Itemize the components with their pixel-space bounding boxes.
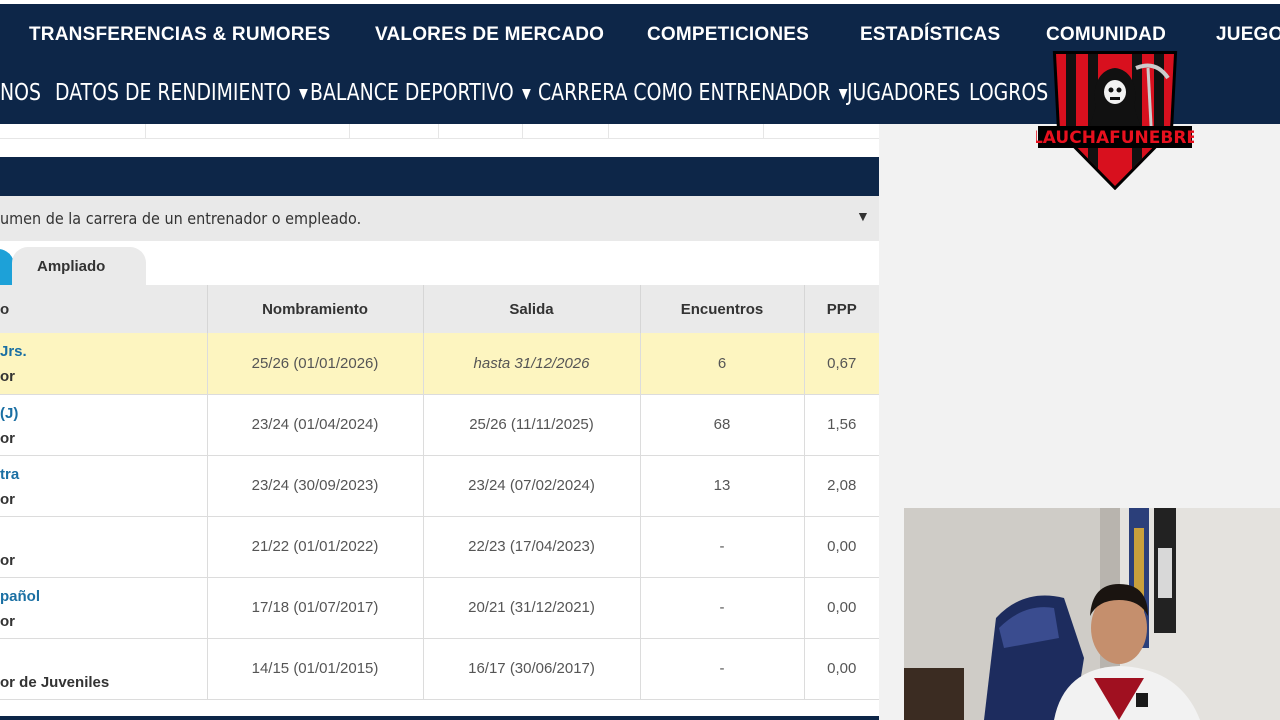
subnav-jugadores[interactable]: JUGADORES (847, 80, 960, 106)
section-description[interactable]: umen de la carrera de un entrenador o em… (0, 196, 879, 241)
column-header-encuentros[interactable]: Encuentros (640, 285, 805, 333)
matches-value: - (640, 577, 805, 639)
subnav-label: CARRERA COMO ENTRENADOR (538, 80, 831, 106)
role-text: or de Juveniles (0, 673, 110, 691)
appointed-date: 25/26 (01/01/2026) (207, 333, 424, 395)
divider (522, 124, 523, 139)
caret-down-icon: ▼ (299, 85, 308, 102)
divider (438, 124, 439, 139)
nav-competiciones[interactable]: COMPETICIONES (647, 24, 809, 46)
table-row: or de Juveniles 14/15 (01/01/2015) 16/17… (0, 638, 879, 700)
nav-comunidad[interactable]: COMUNIDAD (1046, 24, 1166, 46)
club-link[interactable]: pañol (0, 588, 40, 605)
role-text: or (0, 551, 15, 569)
nav-estadisticas[interactable]: ESTADÍSTICAS (860, 24, 1000, 46)
role-text: or (0, 612, 15, 630)
club-cell: or (0, 516, 208, 578)
expand-caret-icon[interactable]: ▼ (856, 208, 870, 224)
section-header (0, 157, 879, 196)
club-cell: Jrs. or (0, 333, 208, 395)
shield-logo-icon: LAUCHAFUNEBRE (1032, 51, 1198, 191)
subnav-carrera-entrenador[interactable]: CARRERA COMO ENTRENADOR ▼ (538, 80, 848, 106)
club-link[interactable]: (J) (0, 405, 18, 422)
appointed-date: 17/18 (01/07/2017) (207, 577, 424, 639)
table-row: tra or 23/24 (30/09/2023) 23/24 (07/02/2… (0, 455, 879, 517)
webcam-overlay (904, 508, 1280, 720)
subnav-balance-deportivo[interactable]: BALANCE DEPORTIVO ▼ (310, 80, 531, 106)
club-cell: or de Juveniles (0, 638, 208, 700)
nav-valores[interactable]: VALORES DE MERCADO (375, 24, 604, 46)
divider (145, 124, 146, 139)
departure-date: 25/26 (11/11/2025) (423, 394, 641, 456)
description-text: umen de la carrera de un entrenador o em… (0, 209, 362, 228)
streamer-logo: LAUCHAFUNEBRE (1032, 48, 1198, 191)
tab-label: Ampliado (37, 258, 106, 275)
table-row: pañol or 17/18 (01/07/2017) 20/21 (31/12… (0, 577, 879, 639)
club-cell: (J) or (0, 394, 208, 456)
subnav-nos[interactable]: NOS (0, 80, 41, 106)
view-tabs: Ampliado (0, 241, 879, 285)
column-header-club[interactable]: o (0, 285, 208, 333)
role-text: or (0, 429, 15, 447)
subnav-label: BALANCE DEPORTIVO (310, 80, 514, 106)
appointed-date: 23/24 (30/09/2023) (207, 455, 424, 517)
table-row: (J) or 23/24 (01/04/2024) 25/26 (11/11/2… (0, 394, 879, 456)
club-link[interactable]: tra (0, 466, 19, 483)
ppp-value: 0,00 (804, 516, 879, 578)
club-cell: tra or (0, 455, 208, 517)
nav-juego[interactable]: JUEGO (1216, 24, 1280, 46)
column-header-nombramiento[interactable]: Nombramiento (207, 285, 424, 333)
club-cell: pañol or (0, 577, 208, 639)
nav-transferencias[interactable]: TRANSFERENCIAS & RUMORES (29, 24, 330, 46)
divider (608, 124, 609, 139)
departure-date: 22/23 (17/04/2023) (423, 516, 641, 578)
caret-down-icon: ▼ (521, 85, 531, 102)
appointed-date: 23/24 (01/04/2024) (207, 394, 424, 456)
coach-career-table: o Nombramiento Salida Encuentros PPP Jrs… (0, 285, 879, 700)
matches-value: - (640, 638, 805, 700)
appointed-date: 14/15 (01/01/2015) (207, 638, 424, 700)
departure-date: 23/24 (07/02/2024) (423, 455, 641, 517)
table-header-row: o Nombramiento Salida Encuentros PPP (0, 285, 879, 333)
appointed-date: 21/22 (01/01/2022) (207, 516, 424, 578)
matches-value: - (640, 516, 805, 578)
tab-ampliado[interactable]: Ampliado (12, 247, 146, 285)
webcam-image (904, 508, 1280, 720)
ppp-value: 0,00 (804, 577, 879, 639)
matches-link[interactable]: 13 (640, 455, 805, 517)
departure-date: 16/17 (30/06/2017) (423, 638, 641, 700)
matches-link[interactable]: 6 (640, 333, 805, 395)
table-row: Jrs. or 25/26 (01/01/2026) hasta 31/12/2… (0, 333, 879, 395)
column-header-salida[interactable]: Salida (423, 285, 641, 333)
previous-table-row (0, 124, 879, 139)
subnav-datos-rendimiento[interactable]: DATOS DE RENDIMIENTO ▼ (55, 80, 308, 106)
subnav-label: DATOS DE RENDIMIENTO (55, 80, 291, 106)
divider (763, 124, 764, 139)
departure-date: 20/21 (31/12/2021) (423, 577, 641, 639)
role-text: or (0, 368, 15, 385)
next-section-header (0, 716, 879, 720)
departure-date: hasta 31/12/2026 (423, 333, 641, 395)
club-link[interactable]: Jrs. (0, 343, 27, 360)
ppp-value: 0,00 (804, 638, 879, 700)
table-row: or 21/22 (01/01/2022) 22/23 (17/04/2023)… (0, 516, 879, 578)
divider (349, 124, 350, 139)
logo-text: LAUCHAFUNEBRE (1036, 128, 1194, 148)
ppp-value: 2,08 (804, 455, 879, 517)
ppp-value: 1,56 (804, 394, 879, 456)
role-text: or (0, 490, 15, 508)
column-header-ppp[interactable]: PPP (804, 285, 879, 333)
matches-link[interactable]: 68 (640, 394, 805, 456)
ppp-value: 0,67 (804, 333, 879, 395)
